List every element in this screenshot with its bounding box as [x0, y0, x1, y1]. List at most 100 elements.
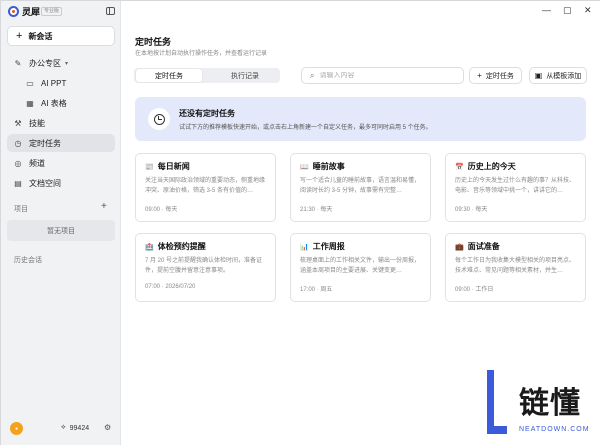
sidebar-item-label: AI PPT [41, 78, 67, 88]
chart-icon: 📊 [300, 243, 309, 251]
channel-icon: ◎ [14, 158, 22, 168]
card-title: 🏥 体检预约提醒 [145, 241, 206, 252]
points-value: 99424 [69, 424, 90, 432]
add-task-button[interactable]: + 定时任务 [469, 67, 522, 84]
page-title: 定时任务 [135, 37, 172, 47]
card-desc: 关注当天国际政治领域的重要动态，侧重地缘冲突、原油价格，筛选 3-5 条有价值的… [145, 178, 266, 194]
search-icon: ⌕ [310, 70, 315, 80]
watermark: 链懂 NEATDOWN.COM [483, 368, 597, 440]
template-icon: ▣ [534, 71, 543, 80]
sidebar-item-scheduled-tasks[interactable]: ◷ 定时任务 [7, 134, 115, 152]
sidebar-item-label: 频道 [29, 158, 45, 168]
card-schedule: 09:30 · 每天 [455, 207, 488, 213]
card-desc: 梳理桌面上的工作相关文件，输出一份周报，涵盖本周项目的主要进展、关键变更… [300, 258, 421, 274]
briefcase-icon: 💼 [455, 243, 464, 251]
sidebar-item-label: 技能 [29, 118, 45, 128]
tab-execution-records[interactable]: 执行记录 [212, 69, 278, 82]
card-desc: 历史上的今天发生过什么有趣的事？从科技、电影、音乐等领域中挑一个，讲讲它的… [455, 178, 576, 194]
app-logo-icon [8, 6, 19, 17]
card-desc: 写一个适合儿童的睡前故事，语言温和易懂，阅读时长约 3-5 分钟，故事需有完整… [300, 178, 421, 194]
maximize-icon[interactable]: ▢ [563, 5, 572, 16]
search-input[interactable] [319, 72, 450, 79]
document-icon: ▤ [14, 178, 22, 188]
card-title-text: 工作周报 [312, 242, 345, 251]
chevron-down-icon: ▾ [65, 60, 69, 67]
sidebar-item-ai-table[interactable]: ▦ AI 表格 [7, 94, 115, 112]
card-desc: 7 月 20 号之前提醒我确认体检时间，准备证件，提前空腹并留意注意事项。 [145, 258, 263, 274]
medical-icon: 🏥 [145, 243, 154, 251]
tab-bar: 定时任务 执行记录 [134, 68, 280, 83]
ppt-icon: ▭ [26, 78, 34, 88]
tab-scheduled-tasks[interactable]: 定时任务 [136, 69, 202, 82]
search-box: ⌕ [301, 67, 464, 84]
card-schedule: 09:00 · 每天 [145, 207, 178, 213]
page-subtitle: 在本地按计划自动执行操作任务，并查看运行记录 [135, 51, 268, 57]
sidebar-item-label: 文档空间 [29, 178, 61, 188]
calendar-icon: 📅 [455, 163, 464, 171]
points-counter[interactable]: ⟡ 99424 [61, 424, 89, 432]
sidebar-item-office[interactable]: ✎ 办公专区 ▾ [7, 54, 115, 72]
table-icon: ▦ [26, 98, 34, 108]
gear-icon[interactable]: ⚙ [104, 423, 111, 432]
card-title: 📖 睡前故事 [300, 161, 345, 172]
skill-icon: ⚒ [14, 118, 22, 128]
sidebar-item-channels[interactable]: ◎ 频道 [7, 154, 115, 172]
book-icon: 📖 [300, 163, 309, 171]
sidebar: 灵犀 专业版 + 新会话 ✎ 办公专区 ▾ ▭ AI PPT ▦ AI 表格 ⚒… [1, 1, 121, 445]
history-label: 历史会话 [14, 257, 42, 264]
watermark-sub: NEATDOWN.COM [519, 426, 590, 433]
banner-title: 还没有定时任务 [179, 109, 235, 118]
card-title-text: 体检预约提醒 [157, 242, 206, 251]
card-title: 📰 每日新闻 [145, 161, 190, 172]
projects-label: 项目 [14, 206, 28, 213]
template-card-history-today[interactable]: 📅 历史上的今天 历史上的今天发生过什么有趣的事？从科技、电影、音乐等领域中挑一… [445, 153, 586, 222]
card-title: 📅 历史上的今天 [455, 161, 516, 172]
card-title: 📊 工作周报 [300, 241, 345, 252]
template-card-bedtime-story[interactable]: 📖 睡前故事 写一个适合儿童的睡前故事，语言温和易懂，阅读时长约 3-5 分钟，… [290, 153, 431, 222]
card-schedule: 09:00 · 工作日 [455, 287, 494, 293]
avatar[interactable]: ● [10, 422, 23, 435]
sidebar-item-skills[interactable]: ⚒ 技能 [7, 114, 115, 132]
template-card-daily-news[interactable]: 📰 每日新闻 关注当天国际政治领域的重要动态，侧重地缘冲突、原油价格，筛选 3-… [135, 153, 276, 222]
card-title-text: 历史上的今天 [467, 162, 516, 171]
plus-icon: + [16, 30, 23, 42]
pen-icon: ✎ [14, 58, 22, 68]
add-project-button[interactable]: + [101, 201, 107, 212]
card-title-text: 每日新闻 [157, 162, 190, 171]
banner-desc: 试试下方的推荐模板快速开始，或点击右上角新建一个自定义任务，最多可同时启用 5 … [179, 125, 432, 131]
app-name: 灵犀 [22, 7, 41, 17]
card-title-text: 面试准备 [467, 242, 500, 251]
new-chat-button[interactable]: + 新会话 [7, 26, 115, 46]
close-icon[interactable]: ✕ [584, 5, 592, 16]
sidebar-item-ai-ppt[interactable]: ▭ AI PPT [7, 74, 115, 92]
app-window: 灵犀 专业版 + 新会话 ✎ 办公专区 ▾ ▭ AI PPT ▦ AI 表格 ⚒… [0, 0, 600, 445]
empty-state-banner: 还没有定时任务 试试下方的推荐模板快速开始，或点击右上角新建一个自定义任务，最多… [135, 97, 586, 141]
sidebar-item-label: 定时任务 [29, 138, 61, 148]
add-task-label: 定时任务 [485, 72, 514, 80]
sidebar-item-label: 办公专区 [29, 58, 61, 68]
new-chat-label: 新会话 [28, 31, 53, 41]
clock-icon [148, 108, 170, 130]
edition-badge: 专业版 [41, 7, 63, 16]
add-from-template-button[interactable]: ▣ 从模板添加 [529, 67, 587, 84]
projects-empty: 暂无项目 [7, 220, 115, 241]
card-schedule: 17:00 · 周五 [300, 287, 333, 293]
template-label: 从模板添加 [546, 72, 582, 80]
template-card-interview-prep[interactable]: 💼 面试准备 每个工作日为我收集大模型相关的项目亮点、技术难点、常见问题等相关素… [445, 233, 586, 302]
newspaper-icon: 📰 [145, 163, 154, 171]
template-card-checkup-reminder[interactable]: 🏥 体检预约提醒 7 月 20 号之前提醒我确认体检时间，准备证件，提前空腹并留… [135, 233, 276, 302]
card-title-text: 睡前故事 [312, 162, 345, 171]
watermark-text: 链懂 [519, 387, 581, 420]
card-title: 💼 面试准备 [455, 241, 500, 252]
sidebar-collapse-icon[interactable] [106, 7, 115, 15]
watermark-logo-icon [487, 370, 507, 434]
card-desc: 每个工作日为我收集大模型相关的项目亮点、技术难点、常见问题等相关素材，并生… [455, 258, 576, 274]
plus-icon: + [477, 71, 482, 80]
minimize-icon[interactable]: — [542, 5, 551, 15]
sidebar-item-label: AI 表格 [41, 98, 67, 108]
sidebar-item-doc-space[interactable]: ▤ 文档空间 [7, 174, 115, 192]
token-icon: ⟡ [61, 424, 66, 431]
card-schedule: 07:00 · 2026/07/20 [145, 284, 196, 290]
template-card-weekly-report[interactable]: 📊 工作周报 梳理桌面上的工作相关文件，输出一份周报，涵盖本周项目的主要进展、关… [290, 233, 431, 302]
clock-icon: ◷ [14, 138, 22, 148]
